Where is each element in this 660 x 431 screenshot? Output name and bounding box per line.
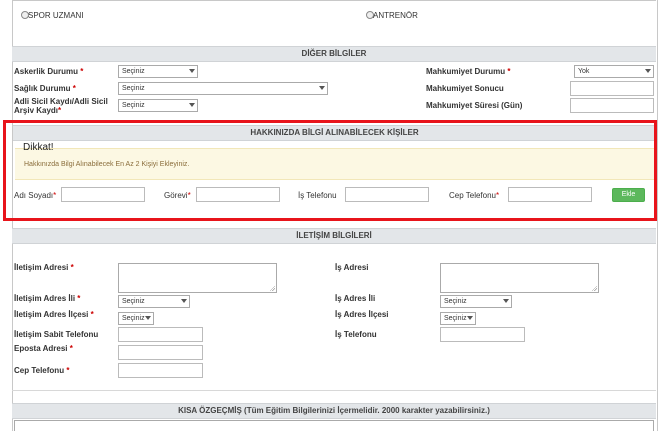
is-adres-ili-select[interactable]: Seçiniz (440, 295, 512, 308)
ozgecmis-header: KISA ÖZGEÇMİŞ (Tüm Eğitim Bilgilerinizi … (12, 403, 656, 419)
iletisim-adresi-label: İletişim Adresi * (14, 263, 74, 272)
radio-antrenor-label: ANTRENÖR (373, 11, 418, 20)
iletisim-adresi-textarea[interactable] (118, 263, 277, 293)
iletisim-adres-ilcesi-select[interactable]: Seçiniz (118, 312, 154, 325)
ozgecmis-textarea[interactable] (14, 420, 654, 431)
is-adres-ilcesi-label: İş Adres İlçesi (335, 310, 389, 319)
sabit-telefon-input[interactable] (118, 327, 203, 342)
eposta-label: Eposta Adresi * (14, 344, 73, 353)
askerlik-select[interactable]: Seçiniz (118, 65, 198, 78)
mahkumiyet-suresi-input[interactable] (570, 98, 654, 113)
iletisim-header: İLETİŞİM BİLGİLERİ (12, 228, 656, 244)
mahkumiyet-sonucu-label: Mahkumiyet Sonucu (426, 84, 504, 93)
saglik-select[interactable]: Seçiniz (118, 82, 328, 95)
top-border (12, 0, 656, 1)
sabit-telefon-label: İletişim Sabit Telefonu (14, 330, 99, 339)
diger-bilgiler-header: DİĞER BİLGİLER (12, 46, 656, 62)
cep-telefonu-iletisim-input[interactable] (118, 363, 203, 378)
iletisim-adres-ilcesi-label: İletişim Adres İlçesi * (14, 310, 94, 319)
askerlik-label: Askerlik Durumu * (14, 67, 84, 76)
eposta-input[interactable] (118, 345, 203, 360)
is-adres-ilcesi-select[interactable]: Seçiniz (440, 312, 476, 325)
adli-sicil-label-line1: Adli Sicil Kaydı/Adli Sicil (14, 97, 108, 106)
is-telefonu-iletisim-input[interactable] (440, 327, 525, 342)
mahkumiyet-durumu-label: Mahkumiyet Durumu * (426, 67, 511, 76)
iletisim-adres-ili-select[interactable]: Seçiniz (118, 295, 190, 308)
adli-sicil-select[interactable]: Seçiniz (118, 99, 198, 112)
is-adresi-textarea[interactable] (440, 263, 599, 293)
is-telefonu-iletisim-label: İş Telefonu (335, 330, 377, 339)
divider (12, 390, 656, 391)
is-adres-ili-label: İş Adres İli (335, 294, 376, 303)
mahkumiyet-suresi-label: Mahkumiyet Süresi (Gün) (426, 101, 523, 110)
resize-grip-icon[interactable] (591, 285, 597, 291)
saglik-label: Sağlık Durumu * (14, 84, 76, 93)
is-adresi-label: İş Adresi (335, 263, 369, 272)
mahkumiyet-durumu-select[interactable]: Yok (574, 65, 654, 78)
highlight-box (3, 120, 657, 221)
radio-spor-uzmani-label: SPOR UZMANI (28, 11, 84, 20)
adli-sicil-label-line2: Arşiv Kaydı* (14, 106, 62, 115)
resize-grip-icon[interactable] (269, 285, 275, 291)
cep-telefonu-iletisim-label: Cep Telefonu * (14, 366, 70, 375)
iletisim-adres-ili-label: İletişim Adres İli * (14, 294, 81, 303)
mahkumiyet-sonucu-input[interactable] (570, 81, 654, 96)
